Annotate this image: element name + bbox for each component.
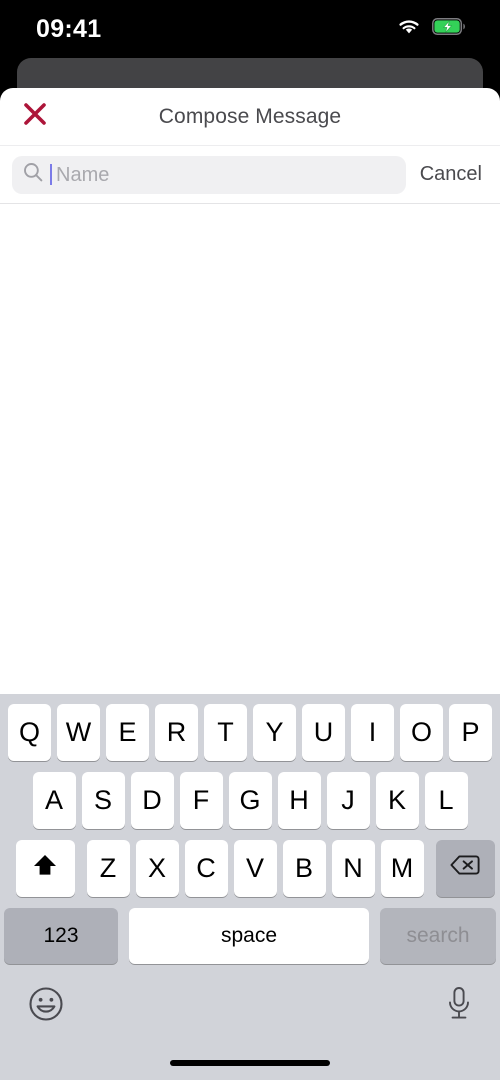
key-s[interactable]: S xyxy=(81,772,125,829)
backspace-delete-icon xyxy=(449,853,481,884)
on-screen-keyboard: Q W E R T Y U I O P A S D F G H J K L Z … xyxy=(0,694,500,1080)
search-row: Name Cancel xyxy=(0,146,500,204)
search-placeholder: Name xyxy=(56,163,110,186)
key-g[interactable]: G xyxy=(228,772,272,829)
keyboard-bottom-bar xyxy=(0,964,500,1034)
close-x-icon xyxy=(22,101,48,132)
wifi-icon xyxy=(397,18,421,41)
key-m[interactable]: M xyxy=(380,840,424,897)
microphone-icon xyxy=(444,986,474,1028)
key-j[interactable]: J xyxy=(326,772,370,829)
key-y[interactable]: Y xyxy=(253,704,296,761)
key-f[interactable]: F xyxy=(179,772,223,829)
key-p[interactable]: P xyxy=(449,704,492,761)
compose-message-sheet: Compose Message Name Cancel xyxy=(0,88,500,694)
phone-screen: 09:41 Compose Message Name Cancel Q W E … xyxy=(0,0,500,1080)
key-e[interactable]: E xyxy=(106,704,149,761)
backspace-key[interactable] xyxy=(435,840,495,897)
shift-up-arrow-icon xyxy=(31,851,59,886)
key-n[interactable]: N xyxy=(331,840,375,897)
key-u[interactable]: U xyxy=(302,704,345,761)
key-t[interactable]: T xyxy=(204,704,247,761)
dictation-key[interactable] xyxy=(444,984,474,1029)
key-k[interactable]: K xyxy=(375,772,419,829)
key-x[interactable]: X xyxy=(135,840,179,897)
keyboard-row-3: Z X C V B N M xyxy=(0,840,500,897)
text-cursor xyxy=(50,164,52,185)
key-d[interactable]: D xyxy=(130,772,174,829)
space-key[interactable]: space xyxy=(129,908,369,964)
status-bar-time: 09:41 xyxy=(36,14,102,43)
keyboard-row-4: 123 space search xyxy=(0,908,500,964)
key-a[interactable]: A xyxy=(32,772,76,829)
sheet-header: Compose Message xyxy=(0,88,500,146)
key-w[interactable]: W xyxy=(57,704,100,761)
page-title: Compose Message xyxy=(158,104,342,128)
home-indicator-bar[interactable] xyxy=(170,1060,330,1066)
search-magnifier-icon xyxy=(22,161,44,188)
emoji-key[interactable] xyxy=(26,984,66,1029)
search-input[interactable]: Name xyxy=(12,155,406,194)
close-button[interactable] xyxy=(18,100,52,134)
status-bar: 09:41 xyxy=(0,0,500,58)
battery-charging-icon xyxy=(432,18,466,40)
numbers-key[interactable]: 123 xyxy=(4,908,118,964)
key-c[interactable]: C xyxy=(184,840,228,897)
search-return-key[interactable]: search xyxy=(380,908,496,964)
key-q[interactable]: Q xyxy=(8,704,51,761)
status-bar-indicators xyxy=(397,18,466,41)
cancel-button[interactable]: Cancel xyxy=(406,163,488,186)
key-o[interactable]: O xyxy=(400,704,443,761)
keyboard-row-1: Q W E R T Y U I O P xyxy=(0,704,500,761)
key-v[interactable]: V xyxy=(233,840,277,897)
key-h[interactable]: H xyxy=(277,772,321,829)
key-z[interactable]: Z xyxy=(86,840,130,897)
key-b[interactable]: B xyxy=(282,840,326,897)
key-r[interactable]: R xyxy=(155,704,198,761)
shift-key[interactable] xyxy=(15,840,75,897)
contact-results-list xyxy=(0,204,500,694)
emoji-smiley-icon xyxy=(26,986,66,1028)
key-i[interactable]: I xyxy=(351,704,394,761)
keyboard-row-2: A S D F G H J K L xyxy=(0,772,500,829)
key-l[interactable]: L xyxy=(424,772,468,829)
